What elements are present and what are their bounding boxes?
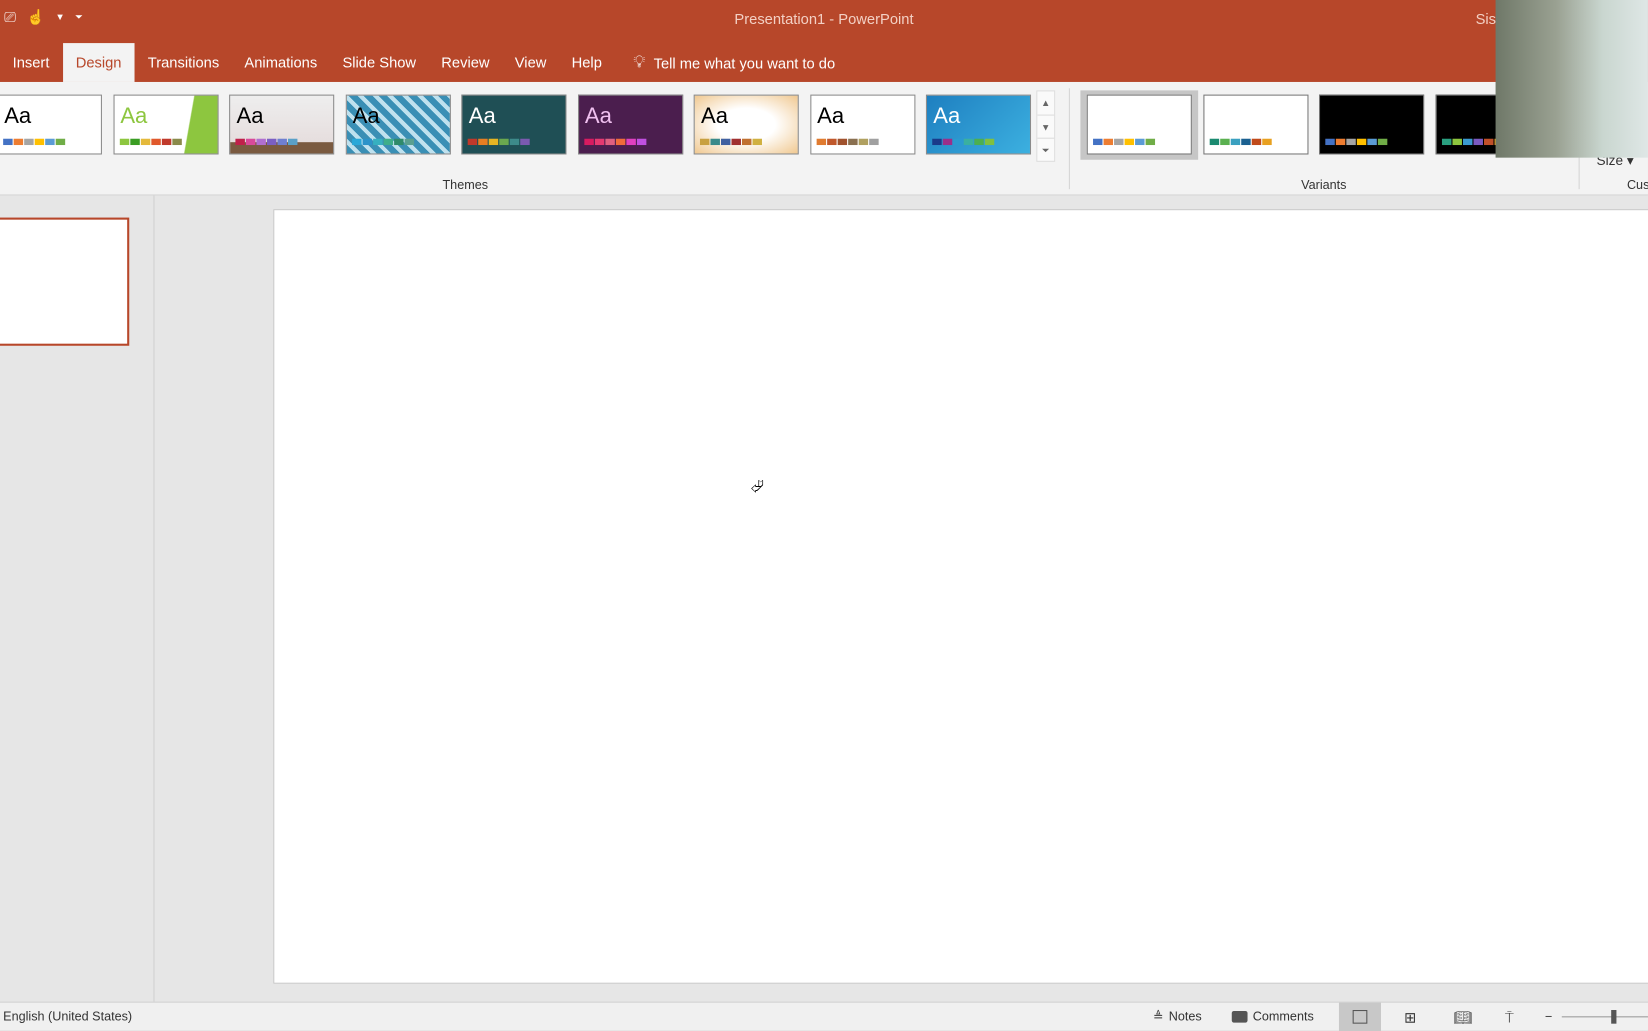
theme-sample-text: Aa (817, 104, 845, 129)
normal-view-button[interactable] (1338, 1002, 1382, 1031)
color-swatches (699, 138, 762, 146)
color-swatches (583, 138, 646, 146)
color-swatches (932, 138, 995, 146)
tab-transitions[interactable]: Transitions (135, 43, 232, 82)
color-swatches (235, 138, 298, 146)
color-swatches (467, 138, 530, 146)
scroll-up-icon[interactable]: ▲ (1037, 91, 1054, 114)
color-swatches (816, 138, 879, 146)
color-swatches (3, 138, 66, 146)
language-status[interactable]: English (United States) (3, 1009, 132, 1024)
variant-thumbnail[interactable] (1319, 94, 1425, 155)
slide-canvas[interactable]: ⮰ (273, 209, 1648, 984)
tell-me-search[interactable]: 💡︎ Tell me what you want to do (614, 43, 835, 82)
variant-thumbnail[interactable] (1202, 94, 1308, 155)
tab-animations[interactable]: Animations (232, 43, 330, 82)
title-bar: ⎚ ☝ ▼ ⏷ Presentation1 - PowerPoint Sisi … (0, 0, 1648, 82)
tab-help[interactable]: Help (559, 43, 614, 82)
slide-sorter-icon: ⊞ (1404, 1008, 1417, 1026)
themes-group-label: Themes (442, 177, 489, 193)
theme-thumbnail[interactable]: Aa (0, 94, 102, 155)
theme-sample-text: Aa (701, 104, 729, 129)
color-swatches (1441, 138, 1504, 146)
theme-thumbnail[interactable]: Aa (229, 94, 335, 155)
theme-sample-text: Aa (236, 104, 264, 129)
theme-thumbnail[interactable]: Aa (461, 94, 567, 155)
zoom-slider[interactable] (1561, 1016, 1648, 1018)
group-divider (1068, 88, 1070, 190)
comment-icon (1231, 1010, 1248, 1023)
normal-view-icon (1352, 1010, 1368, 1024)
tab-design[interactable]: Design (63, 43, 135, 82)
color-swatches (119, 138, 182, 146)
slide-thumbnails-pane (0, 195, 155, 1002)
theme-thumbnail[interactable]: Aa (809, 94, 915, 155)
theme-sample-text: Aa (120, 104, 148, 129)
zoom-slider-thumb[interactable] (1611, 1010, 1617, 1024)
lightbulb-icon: 💡︎ (633, 53, 646, 71)
color-swatches (1325, 138, 1388, 146)
powerpoint-window: ⎚ ☝ ▼ ⏷ Presentation1 - PowerPoint Sisi … (0, 0, 1648, 1031)
workspace: ⮰ (0, 195, 1648, 1002)
slide-sorter-button[interactable]: ⊞ (1404, 1009, 1416, 1027)
notes-button[interactable]: ≜ Notes (1153, 1009, 1202, 1024)
customize-group-label: Cus (1626, 177, 1648, 193)
notes-icon: ≜ (1152, 1008, 1164, 1024)
theme-sample-text: Aa (352, 104, 380, 129)
status-bar: English (United States) ≜ Notes Comments … (0, 1001, 1648, 1031)
zoom-out-button[interactable]: − (1545, 1009, 1552, 1024)
variant-thumbnail[interactable] (1086, 94, 1192, 155)
theme-sample-text: Aa (4, 104, 32, 129)
reading-view-button[interactable]: 📖︎ (1454, 1009, 1473, 1027)
ribbon: ▲ ▼ ⏷ Themes Variants Size ▾ Cus Aa Aa Aa A… (0, 81, 1648, 196)
color-swatches (351, 138, 414, 146)
window-title: Presentation1 - PowerPoint (734, 10, 914, 28)
theme-thumbnail[interactable]: Aa (693, 94, 799, 155)
color-swatches (1209, 138, 1272, 146)
theme-thumbnail[interactable]: Aa (112, 94, 219, 155)
theme-sample-text: Aa (933, 104, 961, 129)
themes-scroll[interactable]: ▲ ▼ ⏷ (1036, 90, 1056, 162)
tab-review[interactable]: Review (429, 43, 502, 82)
theme-thumbnail[interactable]: Aa (925, 94, 1032, 155)
webcam-overlay (1495, 0, 1648, 158)
theme-thumbnail[interactable]: Aa (345, 94, 451, 155)
mouse-cursor-icon: ⮰ (750, 478, 764, 497)
theme-thumbnail[interactable]: Aa (577, 94, 683, 155)
slide-show-icon: ⍑ (1505, 1008, 1514, 1026)
more-icon[interactable]: ⏷ (1037, 137, 1055, 161)
tab-view[interactable]: View (502, 43, 559, 82)
theme-sample-text: Aa (584, 104, 612, 129)
ribbon-tabs: Insert Design Transitions Animations Slide S… (0, 43, 835, 82)
variants-group-label: Variants (1301, 177, 1347, 193)
reading-view-icon: 📖︎ (1453, 1008, 1473, 1026)
comments-button[interactable]: Comments (1231, 1009, 1314, 1024)
tab-slide-show[interactable]: Slide Show (330, 43, 429, 82)
slide-show-button[interactable]: ⍑ (1505, 1009, 1514, 1027)
color-swatches (1093, 138, 1156, 146)
slide-thumbnail-1[interactable] (0, 217, 130, 346)
tab-insert[interactable]: Insert (0, 43, 62, 82)
scroll-down-icon[interactable]: ▼ (1037, 114, 1055, 138)
theme-sample-text: Aa (468, 104, 496, 129)
